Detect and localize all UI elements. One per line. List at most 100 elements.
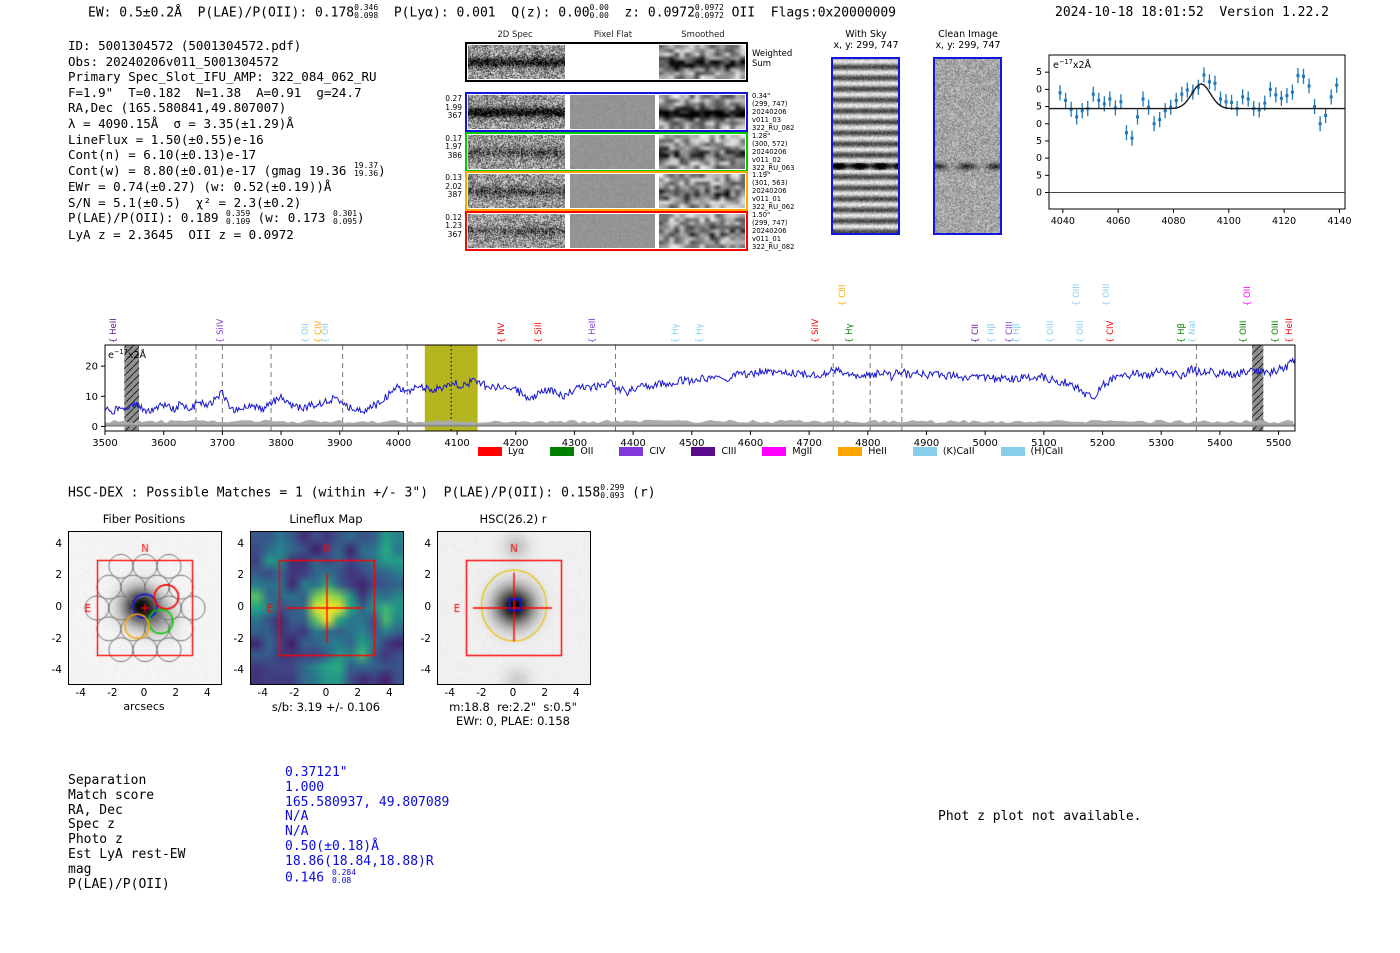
hsc-xtick--4: -4 (440, 687, 460, 699)
legend-item-CIV: CIV (619, 446, 665, 457)
fiber-row-0-weights: 0.271.99367 (440, 95, 462, 121)
fiber-row-2-pixelflat-image (570, 174, 655, 208)
cleanimage-image (935, 59, 1000, 233)
hsc-cutout-plot (437, 531, 591, 685)
svg-text:17.5: 17.5 (1035, 67, 1042, 78)
lineflux-ytick--2: -2 (224, 633, 244, 645)
info-line-6: LineFlux = 1.50(±0.55)e-16 (68, 132, 386, 148)
report-timestamp: 2024-10-18 18:01:52 Version 1.22.2 (1055, 5, 1329, 20)
lineflux-xtick--2: -2 (284, 687, 304, 699)
line-marker-HeII: { HeII (588, 318, 598, 343)
svg-text:0.0: 0.0 (1035, 188, 1042, 199)
legend-item-OII: OII (550, 446, 593, 457)
svg-text:3500: 3500 (92, 438, 117, 449)
fiber-row-2-2dspec-image (468, 174, 565, 208)
legend-item-(H)CaII: (H)CaII (1001, 446, 1064, 457)
info-line-12: LyA z = 2.3645 OII z = 0.0972 (68, 227, 386, 243)
fiber-row-2-smoothed-image (659, 174, 745, 208)
legend-swatch (478, 447, 502, 456)
legend-item-CIII: CIII (691, 446, 736, 457)
legend-item-(K)CaII: (K)CaII (913, 446, 975, 457)
line-fit-plot: 0.02.55.07.510.012.515.017.5404040604080… (1035, 45, 1375, 230)
svg-text:4040: 4040 (1051, 216, 1075, 227)
legend-item-Lyα: Lyα (478, 446, 524, 457)
hsc-ytick-4: 4 (411, 538, 431, 550)
legend-label: CIII (721, 446, 736, 457)
legend-label: MgII (792, 446, 812, 457)
match-value-3: N/A (285, 810, 449, 825)
fiber-xtick-0: 0 (134, 687, 154, 699)
info-line-9: EWr = 0.74(±0.27) (w: 0.52(±0.19))Å (68, 179, 386, 195)
legend-label: (H)CaII (1031, 446, 1064, 457)
line-marker-Hβ: { Hβ (1177, 323, 1187, 343)
match-value-1: 1.000 (285, 781, 449, 796)
fiber-row-3 (465, 211, 748, 251)
hsc-xtick-2: 2 (535, 687, 555, 699)
hsc-ewr-label: EWr: 0, PLAE: 0.158 (420, 714, 606, 728)
fiber-positions-title: Fiber Positions (68, 512, 220, 526)
info-line-3: F=1.9" T=0.182 N=1.38 A=0.91 g=24.7 (68, 85, 386, 101)
match-table-values: 0.37121"1.000165.580937, 49.807089N/AN/A… (285, 766, 449, 886)
line-marker-OIII: { OIII (1046, 321, 1056, 343)
weighted-sum-row (465, 42, 748, 82)
hsc-xtick-4: 4 (566, 687, 586, 699)
fiber-row-3-smoothed-image (659, 214, 745, 248)
line-marker-SiII: { SiII (534, 322, 544, 343)
fiber-row-1-weights: 0.171.97386 (440, 135, 462, 161)
fiber-row-1 (465, 132, 748, 172)
summary-header: EW: 0.5±0.2Å P(LAE)/P(OII): 0.1780.3460.… (88, 5, 896, 21)
svg-text:3800: 3800 (268, 438, 293, 449)
fiber-row-0-pixelflat-image (570, 95, 655, 129)
lineflux-xtick-0: 0 (316, 687, 336, 699)
svg-text:5300: 5300 (1148, 438, 1173, 449)
hsc-ytick--2: -2 (411, 633, 431, 645)
line-marker-Hγ: { Hγ (695, 323, 705, 343)
svg-text:5500: 5500 (1266, 438, 1291, 449)
fiber-xlabel: arcsecs (68, 700, 220, 713)
legend-label: OII (580, 446, 593, 457)
info-line-5: λ = 4090.15Å σ = 3.35(±1.29)Å (68, 116, 386, 132)
lineflux-sb-label: s/b: 3.19 +/- 0.106 (235, 700, 417, 714)
legend-label: Lyα (508, 446, 524, 457)
fiber-ytick-4: 4 (42, 538, 62, 550)
fiber-row-0-smoothed-image (659, 95, 745, 129)
fiber-xtick--2: -2 (102, 687, 122, 699)
fiber-xtick--4: -4 (71, 687, 91, 699)
svg-text:0: 0 (92, 422, 98, 433)
fiber-row-1-pixelflat-image (570, 135, 655, 169)
hsc-ytick--4: -4 (411, 664, 431, 676)
hsc-ytick-0: 0 (411, 601, 431, 613)
fiber-xtick-2: 2 (166, 687, 186, 699)
fiber-row-0-meta: 0.34"(299, 747)20240206v011_03322_RU_082 (752, 92, 798, 132)
hsc-cutout-title: HSC(26.2) r (437, 512, 589, 526)
fit-plot-unit-label: e−17x2Å (1053, 58, 1091, 71)
full-spectrum-plot: 0102035003600370038003900400041004200430… (0, 262, 1400, 462)
withsky-image (833, 59, 898, 233)
line-marker-Hγ: { Hγ (845, 323, 855, 343)
lineflux-map-plot (250, 531, 404, 685)
lineflux-xtick-2: 2 (348, 687, 368, 699)
spectrum-unit-label: e−17x2Å (108, 348, 146, 361)
line-marker-Hγ: { Hγ (671, 323, 681, 343)
cleanimage-title: Clean Image x, y: 299, 747 (918, 29, 1018, 51)
fiber-ytick--4: -4 (42, 664, 62, 676)
withsky-panel (831, 57, 900, 235)
line-marker-SiIV: { SiIV (811, 319, 821, 343)
lineflux-xtick--4: -4 (253, 687, 273, 699)
line-marker-CIII: { CIII (838, 284, 848, 306)
svg-text:3700: 3700 (210, 438, 235, 449)
info-line-11: P(LAE)/P(OII): 0.189 0.3590.109 (w: 0.17… (68, 210, 386, 227)
line-marker-OIII: { OIII (1072, 284, 1082, 306)
svg-text:4000: 4000 (386, 438, 411, 449)
hsc-mag-label: m:18.8 re:2.2" s:0.5" (420, 700, 606, 714)
match-label-2: RA, Dec (68, 804, 185, 819)
legend-label: (K)CaII (943, 446, 975, 457)
match-value-0: 0.37121" (285, 766, 449, 781)
fiber-row-0 (465, 92, 748, 132)
svg-text:3600: 3600 (151, 438, 176, 449)
lineflux-ytick-4: 4 (224, 538, 244, 550)
fiber-xtick-4: 4 (197, 687, 217, 699)
legend-label: CIV (649, 446, 665, 457)
weighted-sum-label: Weighted Sum (752, 50, 792, 69)
match-label-3: Spec z (68, 818, 185, 833)
